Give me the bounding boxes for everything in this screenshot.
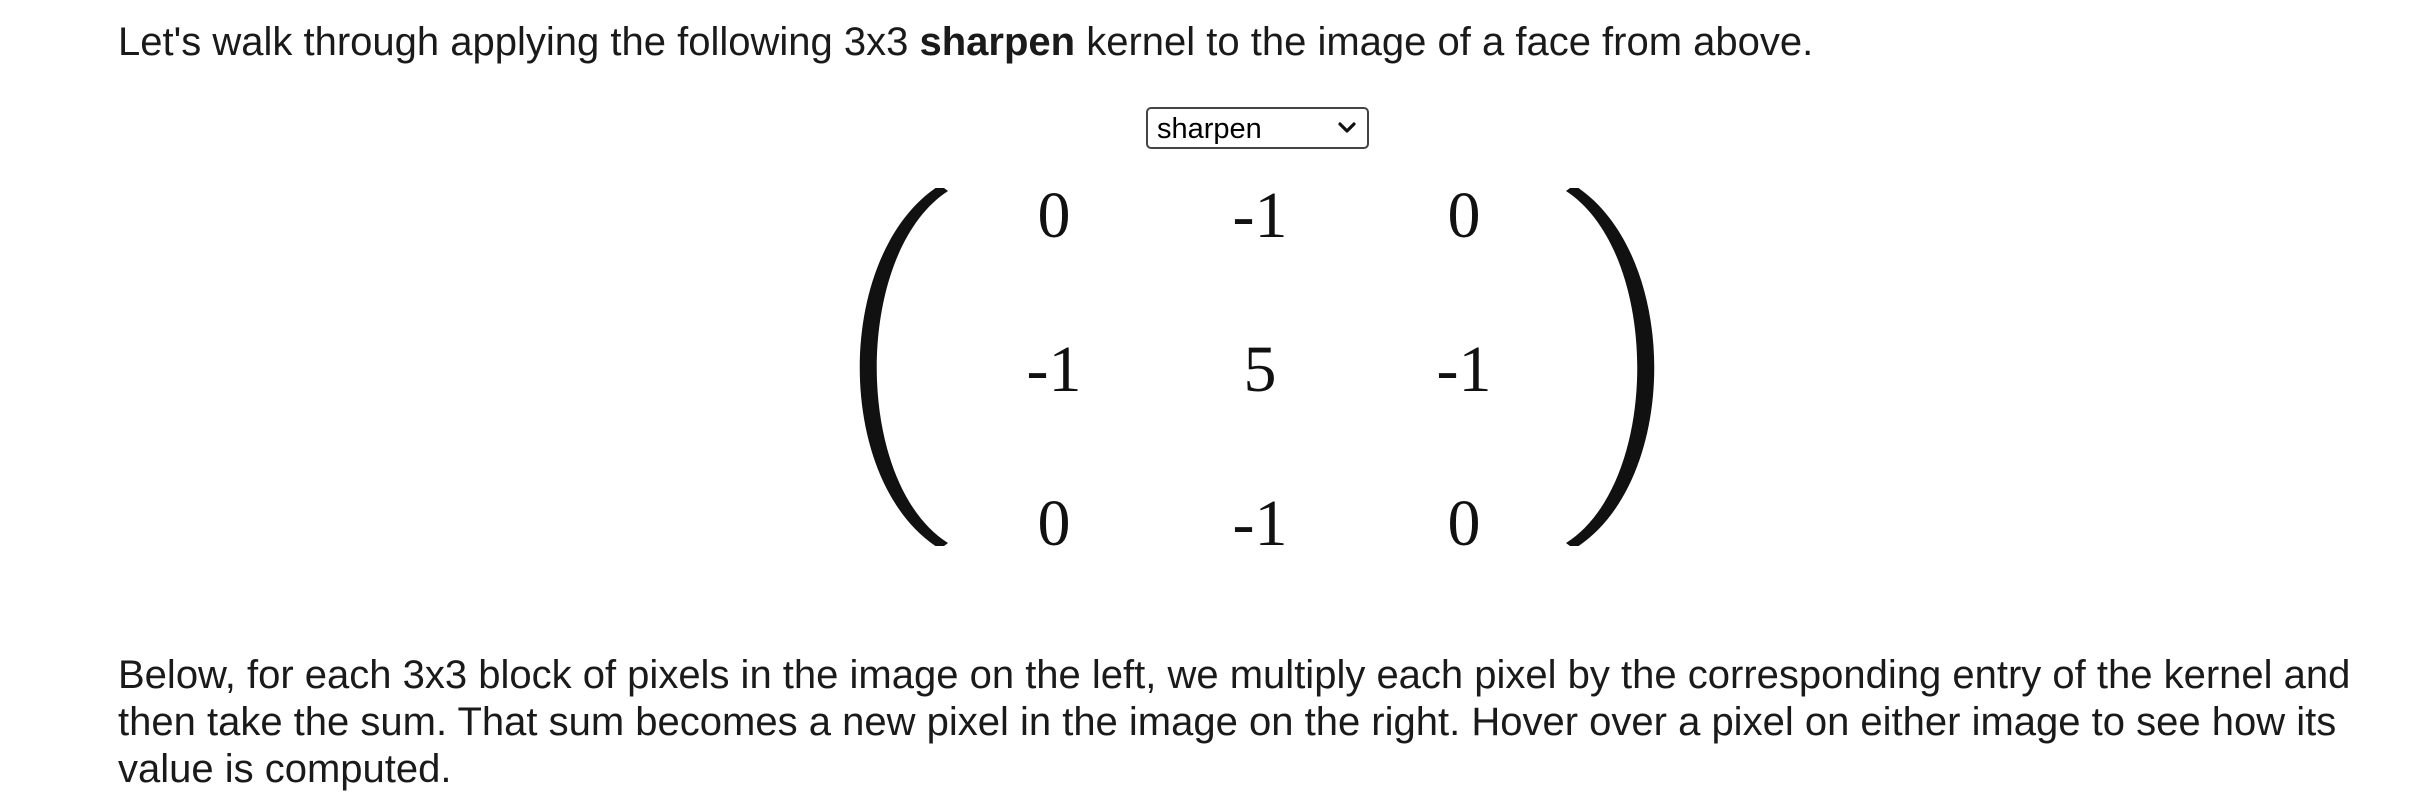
kernel-cell-r3c3: 0: [1447, 487, 1481, 560]
kernel-select-value: sharpen: [1157, 113, 1262, 145]
kernel-cell-r3c2: -1: [1232, 487, 1288, 560]
explanation-text: Below, for each 3x3 block of pixels in t…: [118, 653, 2351, 791]
kernel-cell-r2c3: -1: [1436, 333, 1492, 406]
kernel-cell-r2c2: 5: [1243, 333, 1277, 406]
kernel-cell-r3c1: 0: [1037, 487, 1071, 560]
right-parenthesis: [1566, 188, 1655, 546]
left-parenthesis: [859, 188, 948, 546]
kernel-select[interactable]: sharpen: [1146, 107, 1369, 149]
kernel-cell-r2c1: -1: [1026, 333, 1082, 406]
kernel-matrix: 0 -1 0 -1 5 -1 0 -1 0: [0, 0, 2430, 600]
chevron-down-icon: [1338, 122, 1356, 133]
kernel-cell-r1c1: 0: [1037, 179, 1071, 252]
intro-after: kernel to the image of a face from above…: [1075, 20, 1814, 64]
kernel-cell-r1c3: 0: [1447, 179, 1481, 252]
kernel-cell-r1c2: -1: [1232, 179, 1288, 252]
intro-before: Let's walk through applying the followin…: [118, 20, 920, 64]
kernel-name-bold: sharpen: [919, 20, 1076, 64]
intro-text: Let's walk through applying the followin…: [118, 14, 1813, 70]
